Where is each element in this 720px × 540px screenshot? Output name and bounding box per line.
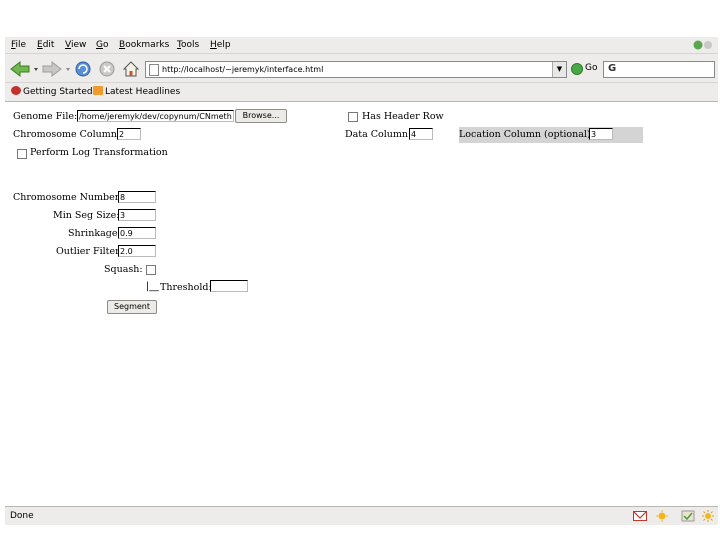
menu-help[interactable]: Help [210, 40, 231, 50]
menu-edit[interactable]: Edit [37, 40, 54, 50]
location-column-label: Location Column (optional): [459, 129, 594, 140]
sun-icon[interactable] [701, 510, 715, 522]
firefox-icon [11, 86, 21, 95]
check-icon[interactable] [681, 510, 695, 522]
bookmark-latest-headlines[interactable]: Latest Headlines [93, 86, 180, 97]
reload-icon[interactable] [73, 59, 93, 79]
has-header-label: Has Header Row [362, 111, 444, 122]
has-header-checkbox[interactable] [348, 112, 358, 122]
browser-window: File Edit View Go Bookmarks Tools Help h… [5, 37, 718, 525]
location-column-input[interactable]: 3 [589, 128, 613, 140]
menu-tools[interactable]: Tools [177, 40, 199, 50]
menu-view[interactable]: View [65, 40, 86, 50]
weather-icon[interactable] [655, 510, 669, 522]
page-content: Genome File: /home/jeremyk/dev/copynum/C… [5, 101, 718, 506]
url-dropdown-icon[interactable]: ▼ [552, 62, 566, 77]
url-text: http://localhost/~jeremyk/interface.html [162, 65, 324, 74]
forward-icon[interactable] [41, 59, 71, 79]
stop-icon[interactable] [97, 59, 117, 79]
go-icon[interactable] [571, 63, 583, 75]
squash-label: Squash: [104, 264, 143, 275]
back-icon[interactable] [9, 59, 39, 79]
search-input[interactable]: G [603, 61, 715, 78]
chromosome-number-label: Chromosome Number: [13, 192, 123, 203]
url-bar[interactable]: http://localhost/~jeremyk/interface.html… [145, 61, 567, 78]
bookmarks-toolbar: Getting Started Latest Headlines [5, 82, 718, 102]
navigation-toolbar: http://localhost/~jeremyk/interface.html… [5, 53, 718, 83]
chromosome-number-input[interactable]: 8 [118, 191, 156, 203]
home-icon[interactable] [121, 59, 141, 79]
bookmark-getting-started[interactable]: Getting Started [11, 86, 93, 97]
min-seg-size-input[interactable]: 3 [118, 209, 156, 221]
chromosome-column-label: Chromosome Column: [13, 129, 121, 140]
log-transform-checkbox[interactable] [17, 149, 27, 159]
menu-bar: File Edit View Go Bookmarks Tools Help [5, 37, 718, 53]
go-button[interactable]: Go [585, 63, 597, 73]
shrinkage-label: Shrinkage: [68, 228, 121, 239]
threshold-indent-glyph: |__ [146, 281, 159, 292]
squash-checkbox[interactable] [146, 265, 156, 275]
search-engine-icon: G [608, 63, 617, 74]
threshold-input[interactable] [210, 280, 248, 292]
rss-icon [93, 86, 103, 95]
menu-file[interactable]: File [11, 40, 26, 50]
data-column-input[interactable]: 4 [409, 128, 433, 140]
location-column-group: Location Column (optional): 3 [459, 127, 643, 143]
shrinkage-input[interactable]: 0.9 [118, 227, 156, 239]
throbber-icon [693, 40, 712, 50]
status-text: Done [10, 511, 34, 521]
mail-icon[interactable] [633, 510, 647, 522]
bookmark-label: Latest Headlines [105, 87, 181, 97]
genome-file-input[interactable]: /home/jeremyk/dev/copynum/CNmeth [77, 110, 234, 122]
outlier-filter-label: Outlier Filter: [56, 246, 123, 257]
browse-button[interactable]: Browse... [235, 109, 287, 123]
min-seg-size-label: Min Seg Size: [53, 210, 120, 221]
genome-file-label: Genome File: [13, 111, 78, 122]
outlier-filter-input[interactable]: 2.0 [118, 245, 156, 257]
bookmark-label: Getting Started [23, 87, 93, 97]
menu-bookmarks[interactable]: Bookmarks [119, 40, 169, 50]
threshold-label: Threshold: [160, 282, 212, 293]
chromosome-column-input[interactable]: 2 [117, 128, 141, 140]
segment-button[interactable]: Segment [107, 300, 157, 314]
data-column-label: Data Column: [345, 129, 412, 140]
log-transform-label: Perform Log Transformation [30, 147, 168, 158]
menu-go[interactable]: Go [96, 40, 109, 50]
page-icon [149, 64, 159, 76]
status-bar: Done [5, 506, 718, 525]
